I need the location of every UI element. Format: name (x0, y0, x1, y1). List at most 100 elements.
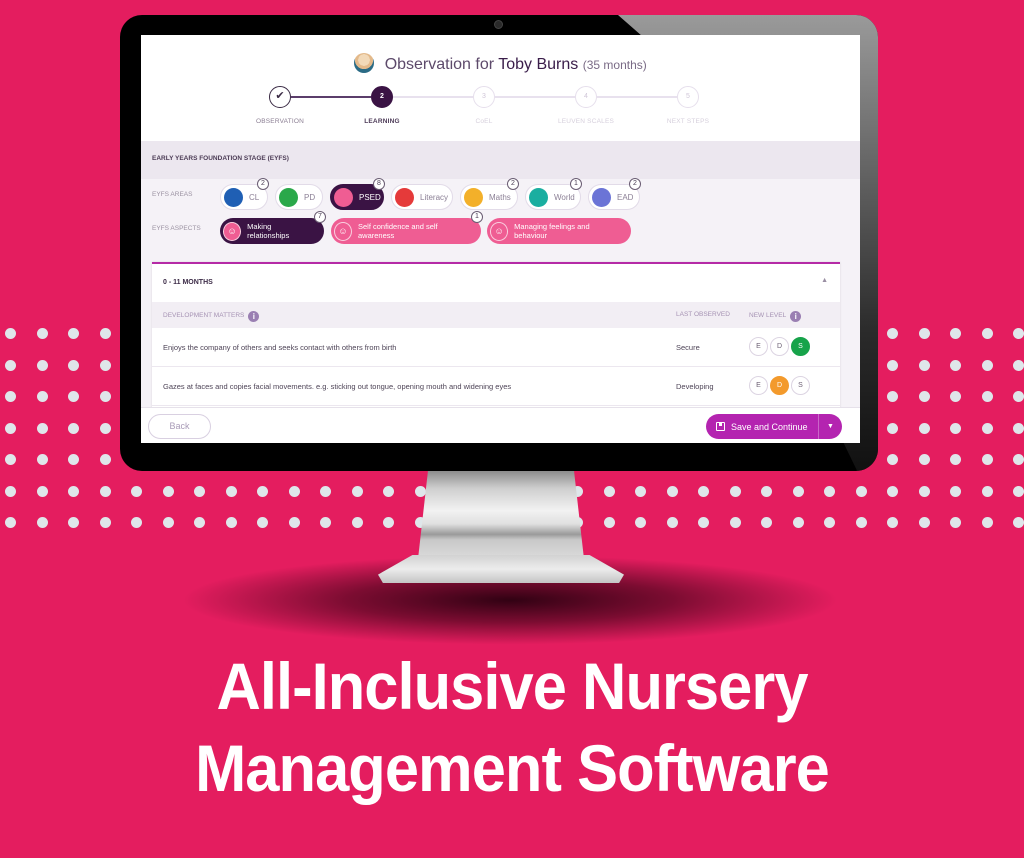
eyfs-aspect-label: Self confidence and self awareness (358, 222, 438, 240)
monitor: Observation for Toby Burns (35 months) ✔… (120, 15, 878, 471)
footer-bar: Back Save and Continue ▼ (141, 407, 860, 443)
eyfs-aspect-chip[interactable]: ☺ Managing feelings and behaviour (487, 218, 631, 244)
decorative-dot (950, 359, 961, 371)
decorative-dot (1013, 391, 1024, 402)
eyfs-area-maths[interactable]: Maths 2 (460, 178, 519, 210)
eyfs-area-pd[interactable]: PD (275, 184, 323, 210)
calculator-icon (464, 187, 483, 207)
eyfs-area-ead[interactable]: EAD 2 (588, 178, 641, 210)
eyfs-aspect-label: Managing feelings and behaviour (514, 222, 590, 240)
save-and-continue-button[interactable]: Save and Continue ▼ (706, 414, 842, 439)
decorative-dot (36, 391, 48, 402)
eyfs-area-world[interactable]: World 1 (525, 178, 582, 210)
eyfs-aspect-chip[interactable]: ☺ Making relationships 7 (220, 211, 326, 244)
level-option-s[interactable]: S (791, 337, 810, 356)
decorative-dot (68, 391, 79, 402)
eyfs-area-label: EAD (617, 192, 634, 202)
decorative-dot (887, 328, 898, 339)
column-header-last-observed: LAST OBSERVED (676, 311, 730, 318)
count-badge: 2 (629, 178, 641, 190)
step-next-steps[interactable]: 5 (677, 86, 699, 108)
step-leuven-scales[interactable]: 4 (575, 86, 597, 108)
decorative-dot (99, 517, 111, 528)
count-badge: 8 (373, 178, 385, 190)
decorative-dot (918, 359, 930, 371)
decorative-dot (162, 485, 174, 497)
count-badge: 1 (471, 211, 483, 223)
decorative-dot (5, 517, 16, 528)
level-option-e[interactable]: E (749, 376, 768, 395)
info-icon[interactable]: i (248, 311, 260, 322)
decorative-dot (194, 485, 205, 497)
count-badge: 1 (570, 178, 582, 190)
decorative-dot (68, 328, 79, 339)
step-label: LEARNING (364, 118, 400, 125)
decorative-dot (36, 454, 48, 465)
decorative-dot (5, 359, 16, 371)
decorative-dot (887, 359, 898, 371)
eyfs-area-cl[interactable]: CL 2 (220, 178, 269, 210)
step-coel[interactable]: 3 (473, 86, 495, 108)
decorative-dot (288, 485, 300, 497)
eyfs-aspect-chip[interactable]: ☺ Self confidence and self awareness 1 (331, 211, 483, 244)
eyfs-area-psed[interactable]: PSED 8 (330, 178, 385, 210)
level-option-d[interactable]: D (770, 376, 789, 395)
decorative-dot (824, 485, 835, 497)
back-button[interactable]: Back (148, 414, 211, 439)
decorative-dot (36, 485, 48, 497)
age-band-header[interactable]: 0 - 11 MONTHS ▲ (152, 264, 840, 302)
eyfs-aspects-label: EYFS ASPECTS (152, 225, 201, 232)
decorative-dot (761, 517, 772, 528)
eyfs-area-label: Maths (489, 192, 511, 202)
decorative-dot (68, 359, 79, 371)
shirt-icon (279, 187, 298, 207)
decorative-dot (729, 517, 741, 528)
info-icon[interactable]: i (790, 311, 802, 322)
decorative-dot (792, 485, 804, 497)
decorative-dot (99, 422, 111, 434)
eyfs-area-literacy[interactable]: Literacy (391, 184, 453, 210)
child-avatar (354, 53, 375, 73)
table-header: DEVELOPMENT MATTERS i LAST OBSERVED NEW L… (152, 302, 840, 328)
check-icon: ✔ (275, 90, 285, 102)
step-number: 2 (380, 93, 384, 100)
decorative-dot (225, 517, 237, 528)
level-option-s[interactable]: S (791, 376, 810, 395)
decorative-dot (5, 422, 16, 434)
smiley-icon: ☺ (334, 221, 352, 241)
eyfs-area-label: PD (304, 192, 316, 202)
decorative-dot (1013, 328, 1024, 339)
decorative-dot (981, 454, 993, 465)
save-icon (716, 422, 725, 431)
column-header-new-level: NEW LEVEL i (749, 311, 802, 322)
decorative-dot (1013, 485, 1024, 497)
step-learning[interactable]: 2 (371, 86, 393, 108)
smiley-icon: ☺ (490, 221, 509, 241)
step-connector (495, 96, 575, 98)
decorative-dot (981, 328, 993, 339)
save-text: Save and Continue (731, 421, 808, 432)
level-option-e[interactable]: E (749, 337, 768, 356)
save-options-dropdown[interactable]: ▼ (818, 414, 842, 439)
decorative-dot (99, 391, 111, 402)
decorative-dot (351, 485, 363, 497)
decorative-dot (887, 422, 898, 434)
decorative-dot (981, 517, 993, 528)
decorative-dot (635, 485, 646, 497)
child-name: Toby Burns (498, 56, 579, 73)
decorative-dot (5, 328, 16, 339)
decorative-dot (1013, 454, 1024, 465)
decorative-dot (887, 391, 898, 402)
level-option-d[interactable]: D (770, 337, 789, 356)
decorative-dot (351, 517, 363, 528)
decorative-dot (761, 485, 772, 497)
decorative-dot (320, 517, 331, 528)
decorative-dot (918, 517, 930, 528)
collapse-caret-icon[interactable]: ▲ (821, 277, 828, 284)
step-number: 5 (686, 93, 690, 100)
step-connector (393, 96, 473, 98)
smiley-icon (334, 187, 353, 207)
save-button-label[interactable]: Save and Continue (706, 422, 818, 432)
step-observation[interactable]: ✔ (269, 86, 291, 108)
decorative-dot (36, 422, 48, 434)
